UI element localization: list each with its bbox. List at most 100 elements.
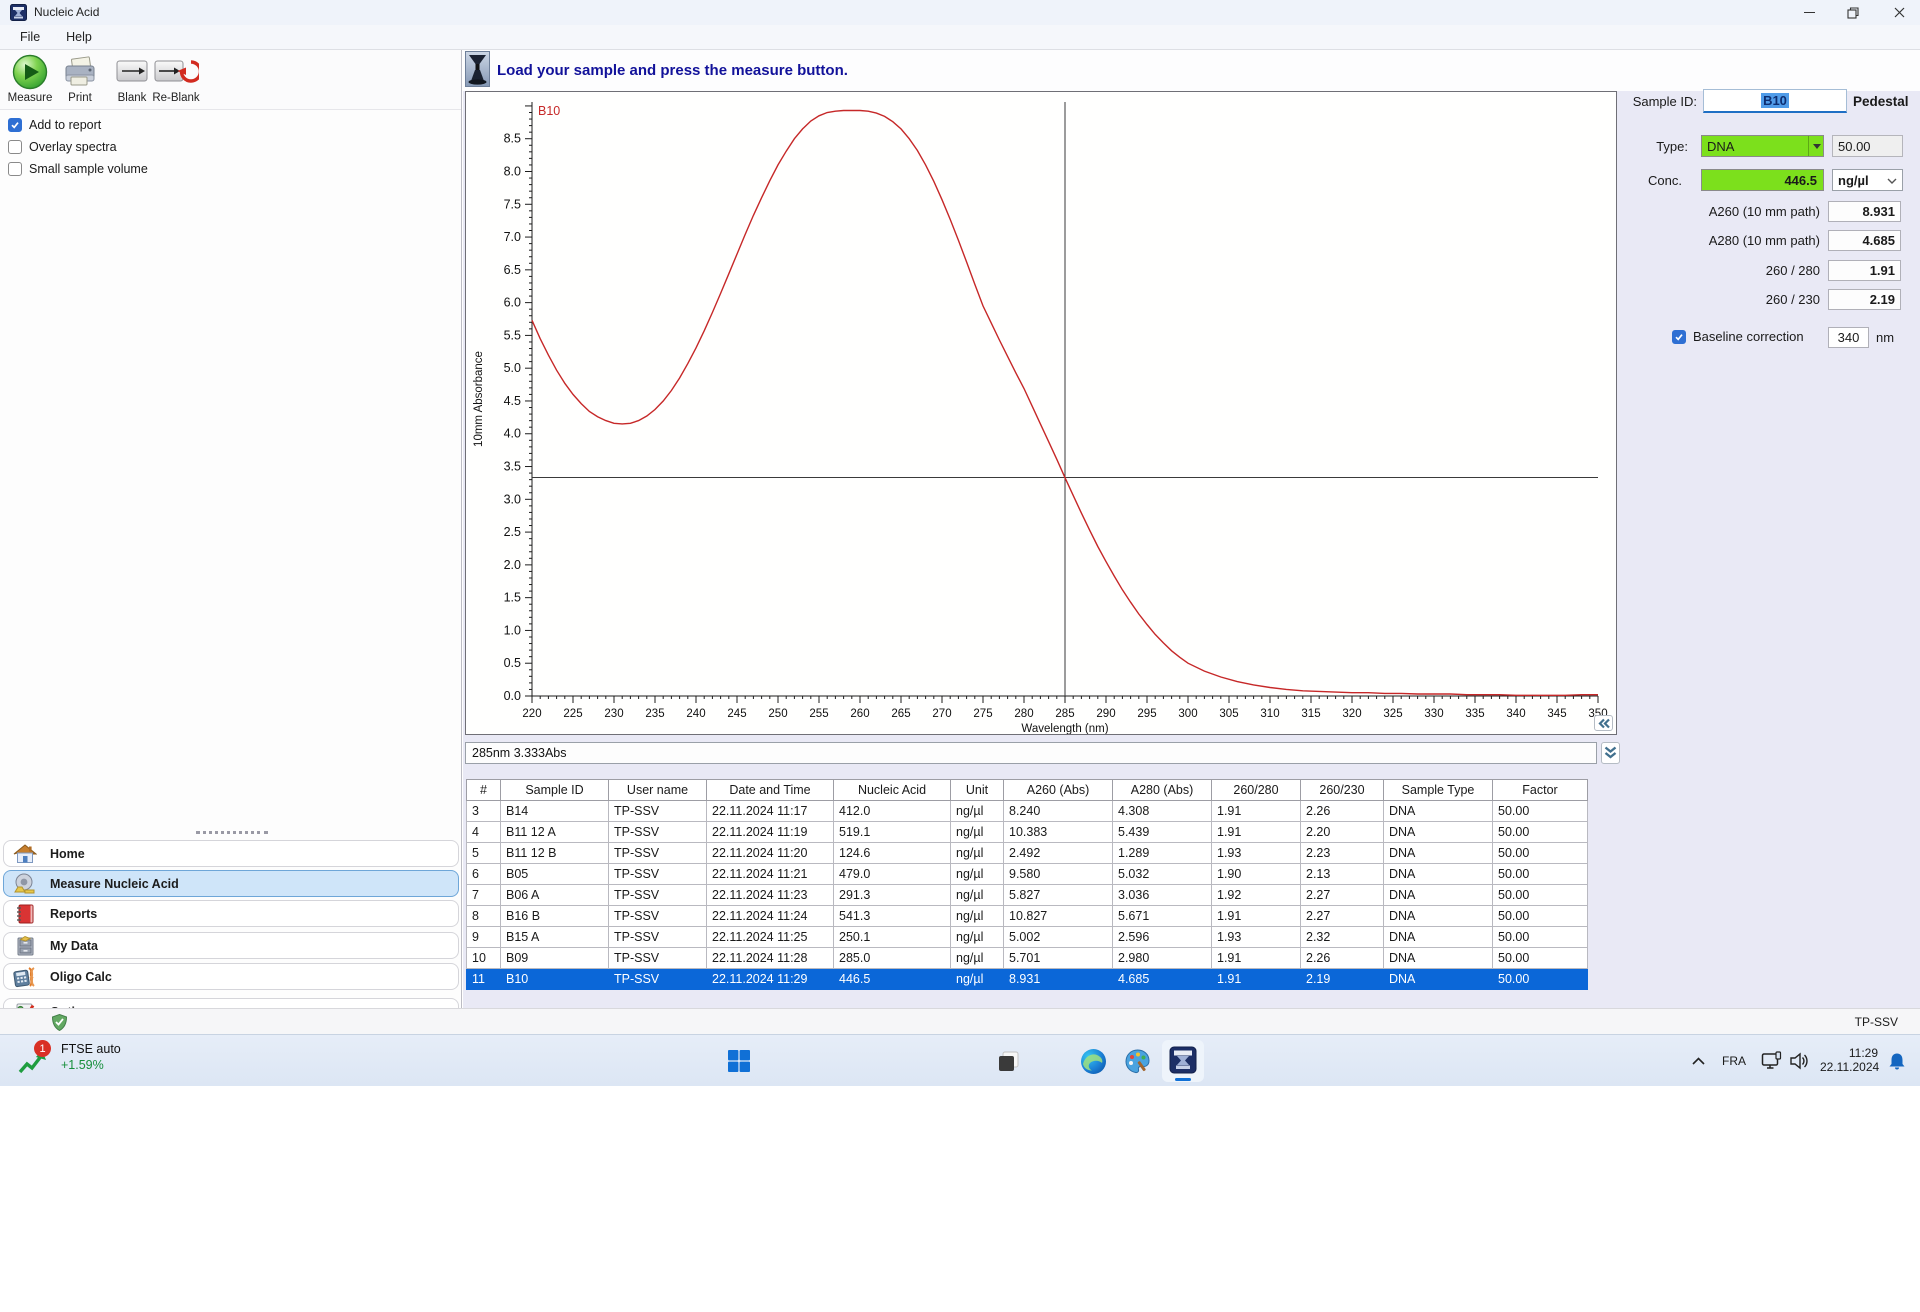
column-header[interactable]: Sample ID	[500, 779, 609, 801]
minimize-button[interactable]	[1787, 0, 1831, 25]
factor-field[interactable]: 50.00	[1832, 135, 1903, 157]
reblank-button[interactable]: Re-Blank	[148, 53, 204, 109]
svg-text:5.0: 5.0	[504, 361, 521, 375]
table-row[interactable]: 11 B10 TP-SSV 22.11.2024 11:29 446.5 ng/µl 8.9…	[466, 968, 1588, 990]
table-cell: 2.27	[1300, 884, 1384, 906]
paint-icon	[1124, 1048, 1150, 1073]
svg-text:300: 300	[1178, 708, 1197, 720]
app-statusbar: TP-SSV	[0, 1008, 1920, 1034]
taskbar: 1 FTSE auto +1.59% Search	[0, 1034, 1920, 1086]
column-header[interactable]: Sample Type	[1383, 779, 1493, 801]
spectrum-chart[interactable]: 0.0 0.5 1.0 1.5 2.0 2.5 3.0 3.5 4.0 4.5 5.0 5.5 6.0 6…	[466, 92, 1616, 735]
chart-collapse-button[interactable]	[1594, 715, 1613, 731]
table-cell: 250.1	[833, 926, 951, 948]
clock-time: 11:29	[1848, 1046, 1878, 1060]
svg-text:255: 255	[809, 708, 828, 720]
language-indicator[interactable]: FRA	[1722, 1054, 1746, 1068]
svg-text:340: 340	[1506, 708, 1525, 720]
table-cell: B05	[500, 863, 609, 885]
table-row[interactable]: 9 B15 A TP-SSV 22.11.2024 11:25 250.1 ng/µl 5.…	[466, 926, 1588, 948]
task-view-button[interactable]	[993, 1046, 1023, 1076]
svg-text:4.5: 4.5	[504, 394, 521, 408]
column-header[interactable]: #	[466, 779, 501, 801]
small-sample-volume-checkbox[interactable]: Small sample volume	[8, 160, 148, 178]
svg-text:295: 295	[1137, 708, 1156, 720]
table-row[interactable]: 10 B09 TP-SSV 22.11.2024 11:28 285.0 ng/µl 5.7…	[466, 947, 1588, 969]
table-cell: ng/µl	[950, 884, 1004, 906]
edge-browser-button[interactable]	[1078, 1046, 1108, 1076]
sidebar-item-home[interactable]: Home	[3, 840, 459, 867]
table-cell: 2.596	[1112, 926, 1212, 948]
sidebar-item-my-data[interactable]: My Data	[3, 932, 459, 959]
table-cell: 1.93	[1211, 842, 1301, 864]
svg-text:6.0: 6.0	[504, 296, 521, 310]
network-icon[interactable]	[1758, 1048, 1784, 1074]
widget-change: +1.59%	[61, 1058, 104, 1072]
table-row[interactable]: 4 B11 12 A TP-SSV 22.11.2024 11:19 519.1 ng/µ…	[466, 821, 1588, 843]
svg-text:315: 315	[1301, 708, 1320, 720]
baseline-unit: nm	[1876, 330, 1895, 345]
table-row[interactable]: 5 B11 12 B TP-SSV 22.11.2024 11:20 124.6 ng/µ…	[466, 842, 1588, 864]
sidebar-item-reports[interactable]: Reports	[3, 900, 459, 927]
column-header[interactable]: Unit	[950, 779, 1004, 801]
table-cell: 4	[466, 821, 501, 843]
checkbox-checked-icon	[8, 118, 22, 132]
menu-help[interactable]: Help	[66, 30, 92, 44]
column-header[interactable]: User name	[608, 779, 707, 801]
print-button[interactable]: Print	[52, 53, 108, 109]
table-row[interactable]: 6 B05 TP-SSV 22.11.2024 11:21 479.0 ng/µl 9.58…	[466, 863, 1588, 885]
table-cell: ng/µl	[950, 905, 1004, 927]
svg-text:5.5: 5.5	[504, 328, 521, 342]
baseline-correction-checkbox[interactable]: Baseline correction	[1672, 329, 1804, 344]
table-cell: 4.308	[1112, 800, 1212, 822]
sidebar-item-oligo-calc[interactable]: Oligo Calc	[3, 963, 459, 990]
start-button[interactable]	[724, 1046, 754, 1076]
table-cell: 10	[466, 947, 501, 969]
close-button[interactable]	[1877, 0, 1920, 25]
table-expand-button[interactable]	[1601, 742, 1620, 764]
column-header[interactable]: Date and Time	[706, 779, 834, 801]
table-cell: ng/µl	[950, 821, 1004, 843]
table-cell: 2.23	[1300, 842, 1384, 864]
column-header[interactable]: Factor	[1492, 779, 1588, 801]
svg-text:280: 280	[1014, 708, 1033, 720]
add-to-report-checkbox[interactable]: Add to report	[8, 116, 101, 134]
table-row[interactable]: 3 B14 TP-SSV 22.11.2024 11:17 412.0 ng/µl 8.24…	[466, 800, 1588, 822]
type-dropdown[interactable]: DNA	[1701, 135, 1824, 157]
reblank-icon	[154, 60, 199, 83]
restore-button[interactable]	[1831, 0, 1875, 25]
table-cell: 50.00	[1492, 947, 1588, 969]
table-cell: TP-SSV	[608, 905, 707, 927]
table-row[interactable]: 7 B06 A TP-SSV 22.11.2024 11:23 291.3 ng/µl 5.…	[466, 884, 1588, 906]
stocks-widget[interactable]: 1 FTSE auto +1.59%	[18, 1040, 121, 1076]
baseline-wavelength-input[interactable]: 340	[1828, 327, 1869, 348]
active-app-button[interactable]	[1162, 1040, 1204, 1082]
column-header[interactable]: A260 (Abs)	[1003, 779, 1113, 801]
column-header[interactable]: A280 (Abs)	[1112, 779, 1212, 801]
svg-text:250: 250	[768, 708, 787, 720]
sample-id-input[interactable]: B10	[1703, 89, 1847, 113]
svg-text:4.0: 4.0	[504, 427, 521, 441]
unit-value: ng/µl	[1838, 173, 1869, 188]
clock[interactable]: 11:29 22.11.2024	[1820, 1046, 1879, 1074]
overlay-spectra-checkbox[interactable]: Overlay spectra	[8, 138, 117, 156]
window-title: Nucleic Acid	[34, 5, 100, 19]
sidebar-item-measure-nucleic-acid[interactable]: Measure Nucleic Acid	[3, 870, 459, 897]
notification-bell-icon[interactable]	[1884, 1048, 1910, 1074]
table-cell: 50.00	[1492, 800, 1588, 822]
tray-overflow-button[interactable]	[1686, 1049, 1710, 1073]
svg-text:6.5: 6.5	[504, 263, 521, 277]
unit-dropdown[interactable]: ng/µl	[1832, 169, 1903, 191]
table-row[interactable]: 8 B16 B TP-SSV 22.11.2024 11:24 541.3 ng/µl 10…	[466, 905, 1588, 927]
column-header[interactable]: Nucleic Acid	[833, 779, 951, 801]
table-cell: DNA	[1383, 884, 1493, 906]
menu-file[interactable]: File	[20, 30, 40, 44]
column-header[interactable]: 260/280	[1211, 779, 1301, 801]
splitter-handle[interactable]	[196, 831, 268, 834]
paint-app-button[interactable]	[1122, 1046, 1152, 1076]
column-header[interactable]: 260/230	[1300, 779, 1384, 801]
desktop-screen: Nucleic Acid File Help Measure Print Bla…	[0, 0, 1920, 1312]
measure-button[interactable]: Measure	[2, 53, 58, 109]
table-cell: 22.11.2024 11:24	[706, 905, 834, 927]
volume-icon[interactable]	[1786, 1048, 1812, 1074]
